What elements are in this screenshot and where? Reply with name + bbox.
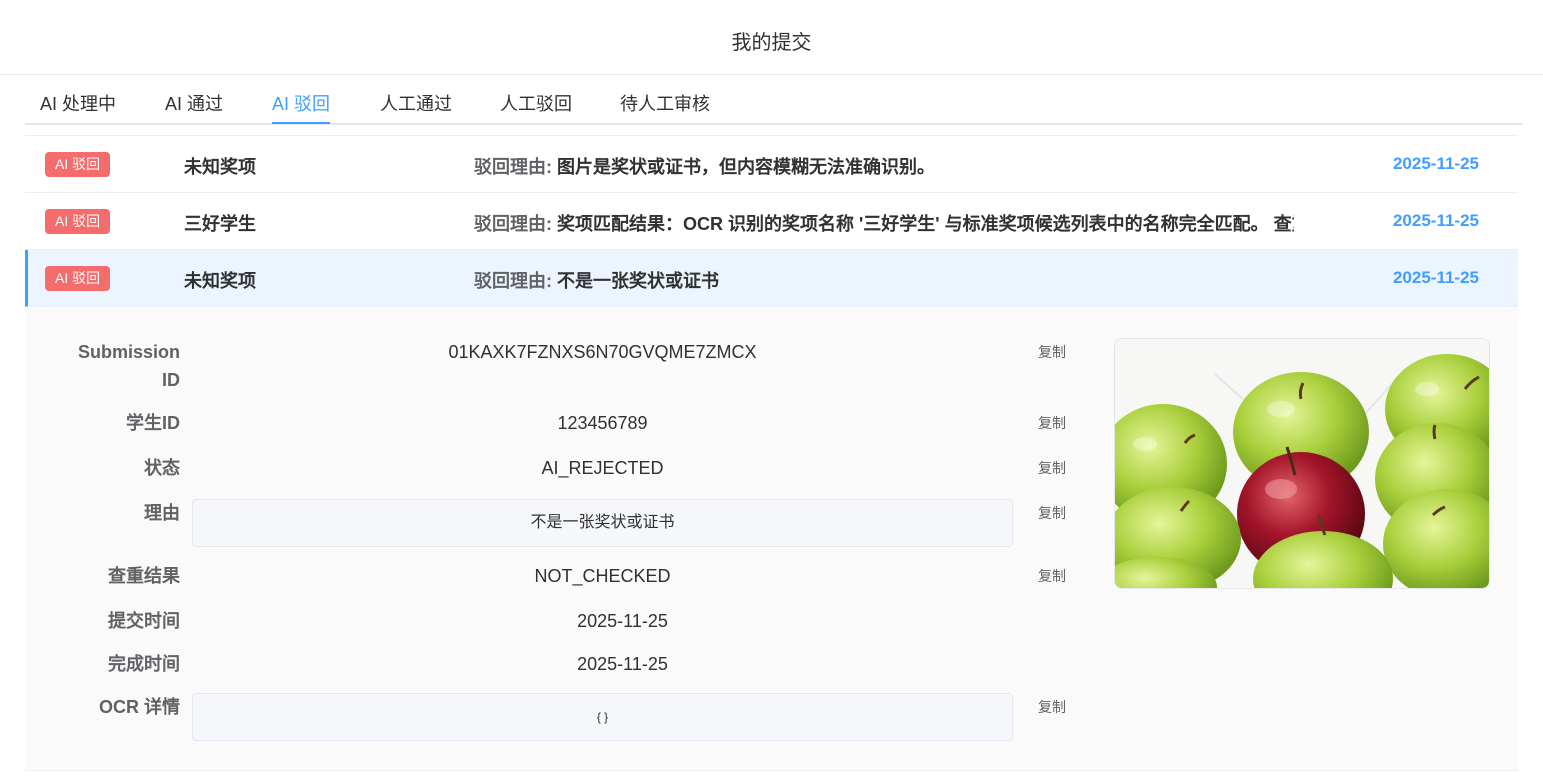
copy-ocr-button[interactable]: 复制: [1038, 693, 1066, 721]
reject-reason: 驳回理由: 不是一张奖状或证书: [474, 267, 1294, 293]
submission-date: 2025-11-25: [1392, 154, 1479, 173]
dup-check-label: 查重结果: [108, 566, 180, 586]
submit-time-label: 提交时间: [108, 611, 180, 631]
student-id-value: 123456789: [557, 413, 648, 433]
page-header: 我的提交: [0, 0, 1543, 75]
award-name: 未知奖项: [184, 271, 256, 291]
tab-manual-approved[interactable]: 人工通过: [380, 90, 452, 116]
ocr-detail-textbox[interactable]: { }: [192, 693, 1013, 741]
submission-date: 2025-11-25: [1392, 268, 1479, 287]
reason-textbox[interactable]: 不是一张奖状或证书: [192, 499, 1013, 547]
tab-ai-processing[interactable]: AI 处理中: [40, 90, 116, 116]
copy-dup-check-button[interactable]: 复制: [1038, 562, 1066, 590]
submission-date: 2025-11-25: [1392, 211, 1479, 230]
reject-reason: 驳回理由: 奖项匹配结果：OCR 识别的奖项名称 '三好学生' 与标准奖项候选列…: [474, 210, 1294, 236]
student-id-label: 学生ID: [126, 413, 180, 433]
submission-row[interactable]: AI 驳回 三好学生 驳回理由: 奖项匹配结果：OCR 识别的奖项名称 '三好学…: [25, 193, 1518, 250]
submission-row[interactable]: AI 驳回 未知奖项 驳回理由: 图片是奖状或证书，但内容模糊无法准确识别。 2…: [25, 136, 1518, 193]
tab-pending-review[interactable]: 待人工审核: [620, 90, 710, 116]
complete-time-label: 完成时间: [108, 654, 180, 674]
tab-ai-approved[interactable]: AI 通过: [165, 90, 223, 116]
ocr-detail-label: OCR 详情: [99, 697, 180, 717]
submit-time-value: 2025-11-25: [577, 611, 668, 631]
submission-image[interactable]: [1114, 338, 1490, 589]
status-badge: AI 驳回: [45, 266, 111, 291]
tab-manual-rejected[interactable]: 人工驳回: [500, 90, 572, 116]
status-value: AI_REJECTED: [541, 458, 664, 478]
copy-reason-button[interactable]: 复制: [1038, 499, 1066, 527]
reject-reason-text: 不是一张奖状或证书: [557, 271, 720, 291]
copy-submission-id-button[interactable]: 复制: [1038, 338, 1066, 366]
award-name: 未知奖项: [184, 157, 256, 177]
copy-status-button[interactable]: 复制: [1038, 454, 1066, 482]
status-tabs: AI 处理中 AI 通过 AI 驳回 人工通过 人工驳回 待人工审核: [25, 75, 1523, 125]
page-title: 我的提交: [731, 32, 812, 54]
award-name: 三好学生: [184, 214, 256, 234]
reject-reason-text: 图片是奖状或证书，但内容模糊无法准确识别。: [557, 157, 936, 177]
submission-id-value: 01KAXK7FZNXS6N70GVQME7ZMCX: [448, 342, 757, 362]
active-tab-indicator: [272, 122, 330, 124]
reject-reason-text: 奖项匹配结果：OCR 识别的奖项名称 '三好学生' 与标准奖项候选列表中的名称完…: [557, 214, 1294, 234]
submission-id-label: Submission ID: [77, 342, 180, 390]
reject-reason-label: 驳回理由:: [474, 271, 552, 291]
complete-time-value: 2025-11-25: [577, 654, 668, 674]
reject-reason-label: 驳回理由:: [474, 214, 552, 234]
status-badge: AI 驳回: [45, 152, 111, 177]
tab-ai-rejected[interactable]: AI 驳回: [272, 90, 330, 116]
reject-reason-label: 驳回理由:: [474, 157, 552, 177]
apples-photo: [1115, 339, 1489, 588]
copy-student-id-button[interactable]: 复制: [1038, 409, 1066, 437]
reason-label: 理由: [144, 503, 180, 523]
status-label: 状态: [144, 458, 180, 478]
reject-reason: 驳回理由: 图片是奖状或证书，但内容模糊无法准确识别。: [474, 153, 1294, 179]
submission-detail-panel: Submission ID 01KAXK7FZNXS6N70GVQME7ZMCX…: [25, 308, 1518, 771]
dup-check-value: NOT_CHECKED: [534, 566, 671, 586]
status-badge: AI 驳回: [45, 209, 111, 234]
submission-row-selected[interactable]: AI 驳回 未知奖项 驳回理由: 不是一张奖状或证书 2025-11-25: [25, 250, 1518, 307]
